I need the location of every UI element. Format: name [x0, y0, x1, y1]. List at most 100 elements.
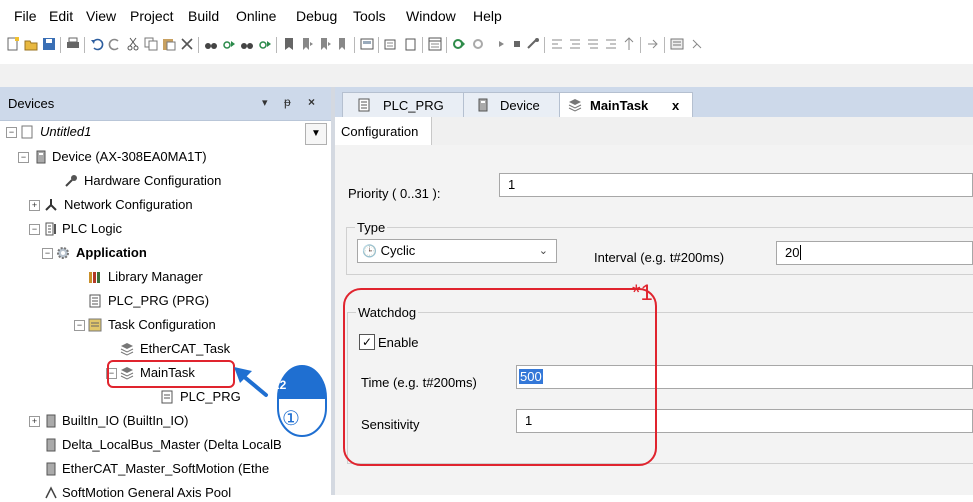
write-values-icon[interactable] [646, 37, 660, 51]
bus-master-icon [46, 462, 56, 476]
interval-label: Interval (e.g. t#200ms) [594, 250, 725, 265]
collapse-icon[interactable]: − [6, 127, 17, 138]
tree-item-device-label: Device (AX-308EA0MA1T) [52, 149, 207, 164]
open-project-icon[interactable] [24, 37, 38, 51]
clock-icon: 🕒 [362, 244, 377, 258]
menu-bar: File Edit View Project Build Online Debu… [0, 0, 973, 30]
panel-dropdown-icon[interactable]: ▾ [262, 96, 268, 109]
copy-icon[interactable] [144, 37, 158, 51]
tree-item-label: BuiltIn_IO (BuiltIn_IO) [62, 413, 189, 428]
find-prev-icon[interactable] [240, 37, 254, 51]
collapse-icon[interactable]: − [29, 224, 40, 235]
tab-maintask[interactable]: MainTask x [559, 92, 693, 118]
run-to-cursor-icon[interactable] [604, 37, 618, 51]
tree-dropdown-button[interactable]: ▼ [305, 123, 327, 145]
unforce-icon[interactable] [690, 37, 704, 51]
menu-online[interactable]: Online [236, 8, 276, 24]
pin-icon[interactable]: ᵽ [284, 95, 291, 109]
collapse-icon[interactable]: − [74, 320, 85, 331]
logout-icon[interactable] [472, 37, 486, 51]
tree-item-project-label: Untitled1 [40, 124, 92, 139]
project-icon [21, 125, 33, 139]
expand-icon[interactable]: + [29, 200, 40, 211]
program-icon [358, 98, 370, 112]
reset-icon[interactable] [526, 37, 540, 51]
find-next-icon[interactable] [222, 37, 236, 51]
library-icon [89, 272, 100, 283]
tree-item-label: Library Manager [108, 269, 203, 284]
tab-configuration[interactable]: Configuration [335, 117, 432, 145]
force-values-icon[interactable] [670, 37, 684, 51]
close-tab-icon[interactable]: x [672, 98, 679, 113]
tab-label: PLC_PRG [383, 98, 444, 113]
expand-icon[interactable]: + [29, 416, 40, 427]
menu-view[interactable]: View [86, 8, 116, 24]
step-out-icon[interactable] [586, 37, 600, 51]
type-select-value: Cyclic [380, 243, 416, 258]
print-icon[interactable] [66, 37, 80, 51]
tab-device[interactable]: Device [463, 92, 563, 118]
login-icon[interactable] [452, 37, 466, 51]
stop-icon[interactable] [510, 37, 524, 51]
tree-item-project[interactable]: − Untitled1 [0, 123, 331, 141]
bookmark-clear-icon[interactable] [336, 37, 350, 51]
bookmark-prev-icon[interactable] [318, 37, 332, 51]
cut-icon[interactable] [126, 37, 140, 51]
type-select[interactable]: 🕒 Cyclic ⌄ [357, 239, 557, 263]
plc-device-icon [478, 98, 488, 112]
task-config-icon [88, 318, 102, 332]
program-call-icon [161, 390, 173, 404]
priority-field[interactable]: 1 [499, 173, 973, 197]
interval-field[interactable]: 20 [776, 241, 973, 265]
collapse-icon[interactable]: − [18, 152, 29, 163]
find-icon[interactable] [204, 37, 218, 51]
hardware-config-icon [65, 175, 77, 187]
double-click-badge: x2 [273, 378, 287, 392]
bookmark-next-icon[interactable] [300, 37, 314, 51]
tree-item-label: EtherCAT_Master_SoftMotion (Ethe [62, 461, 270, 476]
step-over-icon[interactable] [550, 37, 564, 51]
step-into-icon[interactable] [568, 37, 582, 51]
menu-edit[interactable]: Edit [49, 8, 73, 24]
close-panel-icon[interactable]: × [308, 95, 315, 109]
menu-window[interactable]: Window [406, 8, 456, 24]
undo-icon[interactable] [90, 37, 104, 51]
menu-tools[interactable]: Tools [353, 8, 386, 24]
plc-logic-icon [45, 222, 56, 236]
menu-project[interactable]: Project [130, 8, 174, 24]
tree-item-label: SoftMotion General Axis Pool [62, 485, 232, 500]
add-object-icon[interactable] [384, 37, 398, 51]
add-folder-icon[interactable] [404, 37, 418, 51]
menu-file[interactable]: File [14, 8, 37, 24]
menu-help[interactable]: Help [473, 8, 502, 24]
interval-field-value: 20 [785, 245, 800, 260]
redo-icon[interactable] [108, 37, 122, 51]
devices-panel-header: Devices ▾ ᵽ × [0, 87, 331, 121]
paste-icon[interactable] [162, 37, 176, 51]
axis-pool-icon [45, 486, 57, 499]
tab-plc-prg[interactable]: PLC_PRG [342, 92, 467, 118]
tree-item-label: PLC_PRG (PRG) [108, 293, 210, 308]
menu-debug[interactable]: Debug [296, 8, 337, 24]
start-icon[interactable] [494, 37, 508, 51]
tree-item-label: Application [76, 245, 147, 260]
io-module-icon [46, 414, 56, 428]
task-icon [120, 343, 134, 356]
menu-build[interactable]: Build [188, 8, 219, 24]
application-gear-icon [57, 247, 69, 259]
bus-master-icon [46, 438, 56, 452]
editor-tab-strip: PLC_PRG Device MainTask x [335, 87, 973, 118]
bookmark-icon[interactable] [282, 37, 296, 51]
window-icon[interactable] [428, 37, 442, 51]
chevron-down-icon: ⌄ [538, 245, 548, 257]
devices-panel-title: Devices [8, 96, 55, 111]
replace-icon[interactable] [258, 37, 272, 51]
breakpoint-icon[interactable] [622, 37, 636, 51]
device-icon[interactable] [360, 37, 374, 51]
delete-icon[interactable] [180, 37, 194, 51]
new-project-icon[interactable] [6, 37, 20, 51]
tab-label: Configuration [341, 124, 419, 139]
save-icon[interactable] [42, 37, 56, 51]
collapse-icon[interactable]: − [42, 248, 53, 259]
note-marker: *1 [632, 280, 653, 305]
